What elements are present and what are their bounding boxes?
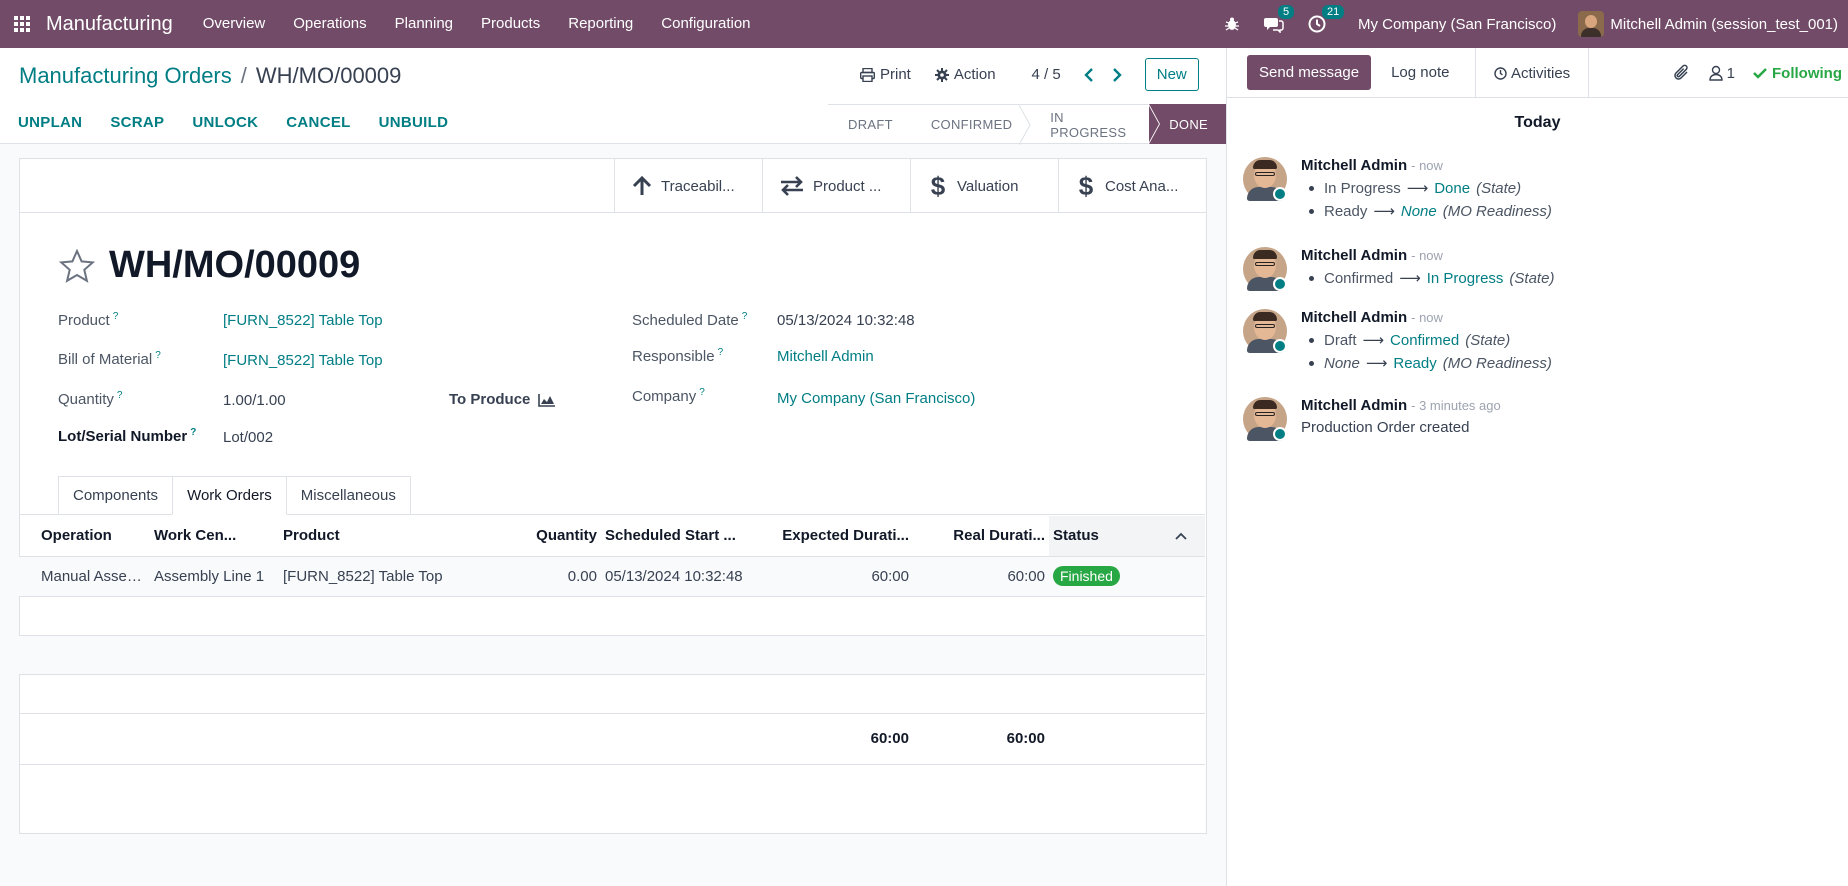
totals-row: 60:00 60:00 xyxy=(19,712,1205,765)
message-date: - now xyxy=(1411,310,1443,325)
message-author[interactable]: Mitchell Admin xyxy=(1301,309,1407,326)
cell-operation: Manual Assem... xyxy=(19,556,150,597)
total-expected-duration: 60:00 xyxy=(773,712,913,765)
message-date: - now xyxy=(1411,158,1443,173)
cell-real-duration: 60:00 xyxy=(913,556,1049,597)
navbar-systray: 5 21 My Company (San Francisco) Mitchell… xyxy=(1212,0,1848,48)
arrow-right-icon: ⟶ xyxy=(1406,180,1429,197)
tracking-change: None ⟶ Ready (MO Readiness) xyxy=(1301,354,1552,372)
chatter-message: Mitchell Admin - 3 minutes ago Production… xyxy=(1243,397,1501,441)
log-note-button[interactable]: Log note xyxy=(1391,64,1449,81)
chatter: Send message Log note Activities 1 Follo… xyxy=(1226,48,1848,886)
cell-product: [FURN_8522] Table Top xyxy=(279,556,451,597)
empty-row xyxy=(19,635,1205,675)
empty-row xyxy=(19,596,1205,636)
author-avatar[interactable] xyxy=(1243,157,1287,201)
message-date: - now xyxy=(1411,248,1443,263)
chatter-message: Mitchell Admin - now Confirmed ⟶ In Progres… xyxy=(1243,247,1554,291)
online-status-icon xyxy=(1273,427,1287,441)
user-menu[interactable]: Mitchell Admin (session_test_001) xyxy=(1578,11,1838,37)
cell-status: Finished xyxy=(1049,556,1205,597)
date-separator: Today xyxy=(1514,114,1561,131)
activities-label: Activities xyxy=(1511,64,1571,82)
tracking-change: Ready ⟶ None (MO Readiness) xyxy=(1301,202,1552,220)
col-quantity[interactable]: Quantity xyxy=(451,516,601,557)
col-status[interactable]: Status xyxy=(1049,516,1171,557)
bug-icon[interactable] xyxy=(1224,16,1240,32)
chatter-message: Mitchell Admin - now In Progress ⟶ Done (Sta… xyxy=(1243,157,1552,220)
arrow-right-icon: ⟶ xyxy=(1362,332,1385,349)
cell-quantity: 0.00 xyxy=(451,556,601,597)
author-avatar[interactable] xyxy=(1243,309,1287,353)
tracking-change: Confirmed ⟶ In Progress (State) xyxy=(1301,269,1554,287)
message-author[interactable]: Mitchell Admin xyxy=(1301,247,1407,264)
status-badge: Finished xyxy=(1053,566,1120,586)
notebook: Components Work Orders Miscellaneous Ope… xyxy=(19,0,1207,834)
clock-icon xyxy=(1494,66,1507,80)
company-switcher[interactable]: My Company (San Francisco) xyxy=(1358,16,1556,33)
cell-work-center: Assembly Line 1 xyxy=(150,556,279,597)
tab-miscellaneous[interactable]: Miscellaneous xyxy=(285,476,411,515)
messages-count-badge: 5 xyxy=(1277,5,1295,19)
col-product[interactable]: Product xyxy=(279,516,451,557)
following-label: Following xyxy=(1772,64,1842,82)
column-toggle-icon[interactable] xyxy=(1171,516,1205,557)
col-real-duration[interactable]: Real Durati... xyxy=(913,516,1049,557)
online-status-icon xyxy=(1273,187,1287,201)
arrow-right-icon: ⟶ xyxy=(1399,270,1421,287)
activities-count-badge: 21 xyxy=(1321,5,1345,19)
author-avatar[interactable] xyxy=(1243,247,1287,291)
user-name: Mitchell Admin (session_test_001) xyxy=(1610,15,1838,33)
paperclip-icon[interactable] xyxy=(1673,64,1691,82)
followers-button[interactable]: 1 xyxy=(1708,64,1736,82)
online-status-icon xyxy=(1273,277,1287,291)
activities-clock-icon[interactable]: 21 xyxy=(1308,5,1345,33)
followers-count: 1 xyxy=(1726,64,1736,82)
tab-components[interactable]: Components xyxy=(58,476,174,515)
message-body: Production Order created xyxy=(1301,419,1470,436)
message-author[interactable]: Mitchell Admin xyxy=(1301,157,1407,174)
tab-work-orders[interactable]: Work Orders xyxy=(172,476,287,515)
user-avatar xyxy=(1578,11,1605,37)
send-message-button[interactable]: Send message xyxy=(1247,55,1372,90)
tracking-change: Draft ⟶ Confirmed (State) xyxy=(1301,331,1552,349)
chatter-topbar: Send message Log note Activities 1 Follo… xyxy=(1227,48,1848,98)
user-icon xyxy=(1708,65,1723,81)
col-scheduled-start[interactable]: Scheduled Start ... xyxy=(601,516,773,557)
total-real-duration: 60:00 xyxy=(913,712,1049,765)
empty-row xyxy=(19,674,1205,714)
col-work-center[interactable]: Work Cen... xyxy=(150,516,279,557)
chatter-right-actions: 1 Following xyxy=(1673,48,1842,98)
author-avatar[interactable] xyxy=(1243,397,1287,441)
tracking-change: In Progress ⟶ Done (State) xyxy=(1301,179,1552,197)
check-icon xyxy=(1753,68,1767,79)
activities-button[interactable]: Activities xyxy=(1475,48,1590,98)
work-orders-table: Operation Work Cen... Product Quantity S… xyxy=(19,516,1205,765)
cell-expected-duration: 60:00 xyxy=(773,556,913,597)
col-operation[interactable]: Operation xyxy=(19,516,150,557)
notebook-tabs: Components Work Orders Miscellaneous xyxy=(58,476,411,515)
arrow-right-icon: ⟶ xyxy=(1373,203,1395,220)
chatter-message: Mitchell Admin - now Draft ⟶ Confirmed (Stat… xyxy=(1243,309,1552,372)
online-status-icon xyxy=(1273,339,1287,353)
table-row[interactable]: Manual Assem... Assembly Line 1 [FURN_85… xyxy=(19,556,1205,597)
col-expected-duration[interactable]: Expected Durati... xyxy=(773,516,913,557)
following-button[interactable]: Following xyxy=(1753,65,1842,82)
message-date: - 3 minutes ago xyxy=(1411,398,1501,413)
arrow-right-icon: ⟶ xyxy=(1365,355,1388,372)
table-header-row: Operation Work Cen... Product Quantity S… xyxy=(19,516,1205,557)
messages-icon[interactable]: 5 xyxy=(1263,5,1295,33)
cell-scheduled-start: 05/13/2024 10:32:48 xyxy=(601,556,773,597)
message-author[interactable]: Mitchell Admin xyxy=(1301,397,1407,414)
